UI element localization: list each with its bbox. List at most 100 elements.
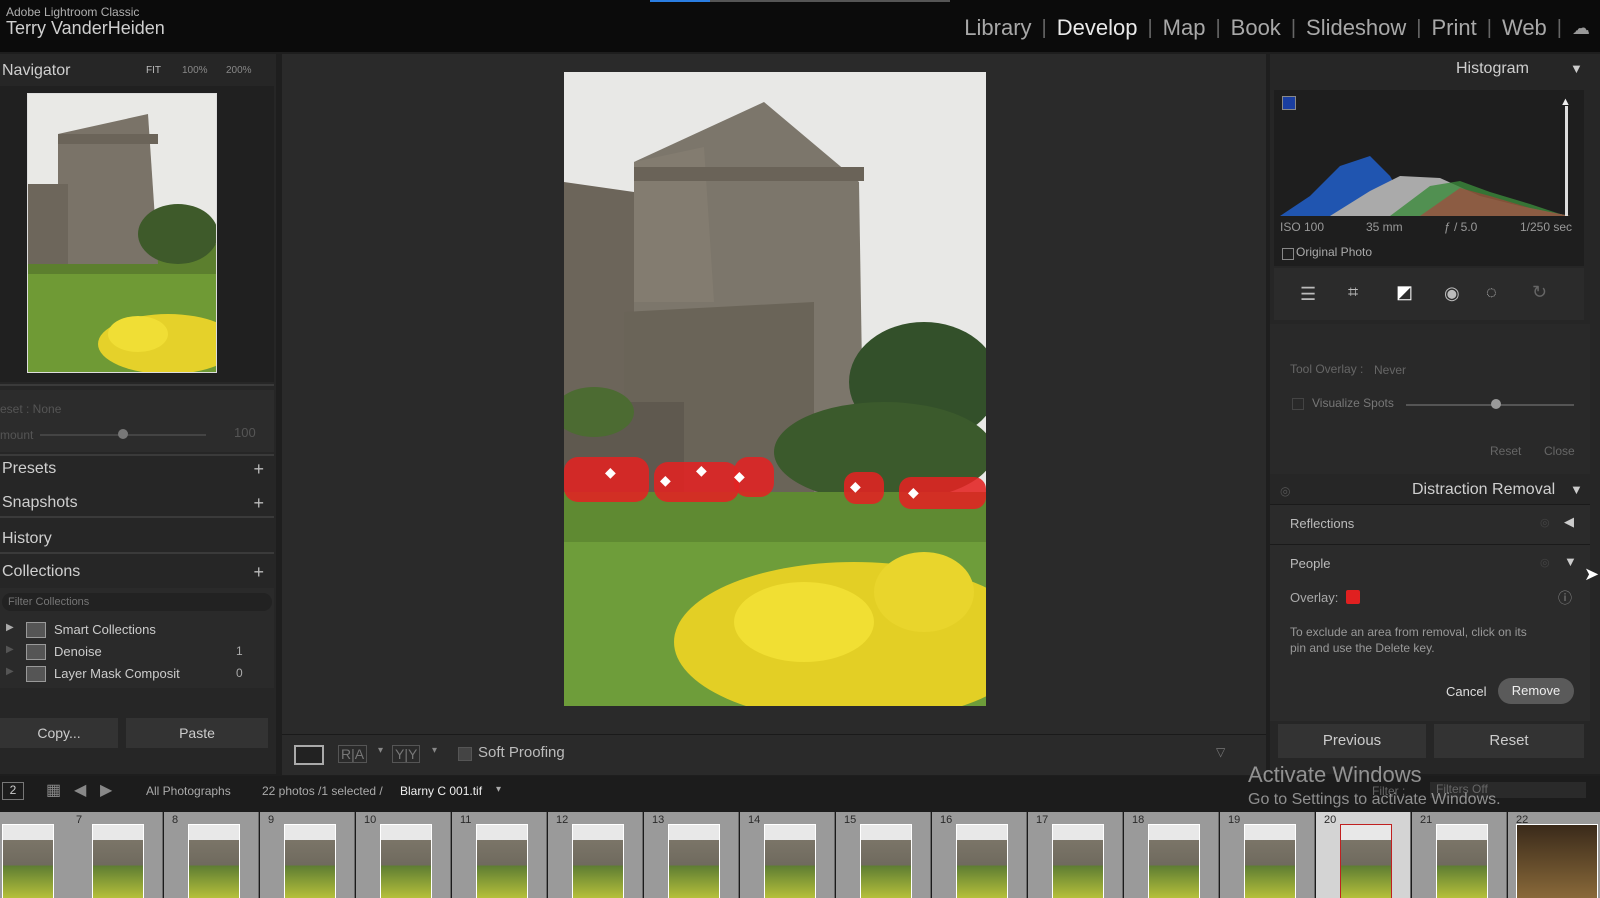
collapse-triangle-icon[interactable]: ▼ — [1570, 482, 1583, 497]
remove-button[interactable]: Remove — [1498, 678, 1574, 704]
collection-item[interactable]: ▶ Smart Collections — [0, 619, 274, 641]
module-book[interactable]: Book — [1221, 15, 1291, 41]
snapshots-header[interactable]: Snapshots + — [0, 488, 276, 518]
selected-file-name[interactable]: Blarny C 001.tif — [400, 784, 482, 798]
before-after-yy-icon[interactable]: Y|Y — [392, 745, 421, 763]
navigator-header[interactable]: Navigator FIT 100% 200% — [0, 56, 276, 86]
previous-button[interactable]: Previous — [1278, 724, 1426, 758]
pin-icon[interactable]: ◆ — [908, 484, 919, 501]
filmstrip-thumb[interactable]: 13 — [644, 812, 739, 898]
eraser-icon[interactable]: ◩ — [1396, 282, 1413, 303]
people-label[interactable]: People — [1290, 556, 1330, 571]
shadow-clipping-icon[interactable] — [1282, 96, 1296, 110]
masking-icon[interactable]: ◌ — [1486, 282, 1497, 303]
chevron-down-icon[interactable]: ▾ — [496, 784, 501, 795]
module-print[interactable]: Print — [1422, 15, 1487, 41]
collection-item[interactable]: ▶ Denoise 1 — [0, 641, 274, 663]
collapse-triangle-icon[interactable]: ▼ — [1570, 61, 1583, 76]
secondary-window-button[interactable]: 2 — [2, 782, 24, 800]
distraction-removal-title[interactable]: Distraction Removal — [1412, 481, 1555, 499]
soft-proofing-checkbox[interactable] — [458, 747, 472, 761]
visualize-slider-track[interactable] — [1406, 404, 1574, 406]
collapse-triangle-icon[interactable]: ▼ — [1564, 554, 1577, 569]
filmstrip-thumb[interactable]: 18 — [1124, 812, 1219, 898]
cancel-button[interactable]: Cancel — [1446, 684, 1486, 699]
filmstrip-thumb[interactable]: 21 — [1412, 812, 1507, 898]
chevron-down-icon[interactable]: ▾ — [378, 745, 383, 756]
back-arrow-icon[interactable]: ◀ — [74, 780, 86, 800]
visualize-slider-thumb[interactable] — [1491, 399, 1501, 409]
history-header[interactable]: History — [0, 524, 276, 554]
chevron-down-icon[interactable]: ▾ — [432, 745, 437, 756]
pin-icon[interactable]: ◆ — [660, 472, 671, 489]
filmstrip-thumb[interactable]: 10 — [356, 812, 451, 898]
module-web[interactable]: Web — [1492, 15, 1557, 41]
add-preset-icon[interactable]: + — [253, 454, 264, 484]
eye-icon[interactable]: ◎ — [1540, 556, 1550, 569]
before-after-ra-icon[interactable]: R|A — [338, 745, 368, 763]
visualize-spots-checkbox[interactable] — [1292, 398, 1304, 410]
presets-rotate-icon[interactable]: ↻ — [1532, 282, 1547, 303]
zoom-200[interactable]: 200% — [226, 56, 252, 86]
crop-icon[interactable]: ⌗ — [1348, 282, 1358, 303]
navigator-preview[interactable] — [27, 93, 217, 373]
filmstrip-thumb[interactable]: 15 — [836, 812, 931, 898]
main-photo[interactable]: ◆ ◆ ◆ ◆ ◆ ◆ — [564, 72, 986, 706]
module-map[interactable]: Map — [1153, 15, 1216, 41]
filmstrip-thumb[interactable]: 19 — [1220, 812, 1315, 898]
tool-overlay-select[interactable]: Never — [1374, 363, 1406, 377]
collection-item[interactable]: ▶ Layer Mask Composit 0 — [0, 663, 274, 685]
toolbar-menu-chevron-icon[interactable]: ▽ — [1216, 745, 1225, 759]
zoom-100[interactable]: 100% — [182, 56, 208, 86]
filmstrip-thumb[interactable]: 11 — [452, 812, 547, 898]
red-eye-icon[interactable]: ◉ — [1444, 283, 1460, 304]
iso-value: ISO 100 — [1280, 220, 1325, 234]
pin-icon[interactable]: ◆ — [850, 478, 861, 495]
filmstrip-thumb[interactable]: 17 — [1028, 812, 1123, 898]
info-icon[interactable]: ⓘ — [1558, 588, 1572, 608]
filmstrip-thumb[interactable]: 9 — [260, 812, 355, 898]
soft-proofing-label: Soft Proofing — [478, 744, 565, 761]
copy-settings-button[interactable]: Copy... — [0, 718, 118, 748]
collections-header[interactable]: Collections + — [0, 557, 276, 587]
module-slideshow[interactable]: Slideshow — [1296, 15, 1416, 41]
grid-icon[interactable]: ▦ — [46, 780, 61, 800]
reset-tool-button[interactable]: Reset — [1490, 444, 1521, 458]
expand-triangle-icon[interactable]: ◀ — [1564, 514, 1574, 530]
filmstrip-thumb[interactable]: 22 — [1508, 812, 1600, 898]
source-label[interactable]: All Photographs — [146, 784, 231, 798]
histogram-title[interactable]: Histogram — [1456, 60, 1529, 78]
original-photo-checkbox[interactable] — [1282, 248, 1294, 260]
eye-icon[interactable]: ◎ — [1540, 516, 1550, 529]
loupe-view-icon[interactable] — [294, 745, 324, 765]
highlight-clipping-icon[interactable]: ▲ — [1560, 96, 1571, 108]
forward-arrow-icon[interactable]: ▶ — [100, 780, 112, 800]
pin-icon[interactable]: ◆ — [696, 462, 707, 479]
add-collection-icon[interactable]: + — [253, 557, 264, 587]
filmstrip-thumb[interactable]: 8 — [164, 812, 259, 898]
close-tool-button[interactable]: Close — [1544, 444, 1575, 458]
filmstrip-thumb-selected[interactable]: 20 — [1316, 812, 1411, 898]
overlay-color-swatch[interactable] — [1346, 590, 1360, 604]
expand-triangle-icon[interactable]: ▶ — [6, 622, 14, 633]
filmstrip-thumb[interactable] — [0, 812, 69, 898]
filmstrip-thumb[interactable]: 16 — [932, 812, 1027, 898]
eye-icon[interactable]: ◎ — [1280, 484, 1290, 498]
paste-settings-button[interactable]: Paste — [126, 718, 268, 748]
pin-icon[interactable]: ◆ — [734, 468, 745, 485]
sliders-icon[interactable]: ☰ — [1300, 284, 1316, 305]
module-develop[interactable]: Develop — [1047, 15, 1148, 41]
module-library[interactable]: Library — [954, 15, 1041, 41]
filmstrip-thumb[interactable]: 12 — [548, 812, 643, 898]
amount-slider-thumb[interactable] — [118, 429, 128, 439]
pin-icon[interactable]: ◆ — [605, 464, 616, 481]
filter-collections-input[interactable] — [2, 593, 272, 611]
add-snapshot-icon[interactable]: + — [253, 488, 264, 518]
cloud-icon[interactable]: ☁ — [1562, 18, 1600, 39]
presets-header[interactable]: Presets + — [0, 454, 276, 484]
filmstrip-thumb[interactable]: 7 — [68, 812, 163, 898]
reset-button[interactable]: Reset — [1434, 724, 1584, 758]
histogram-graph[interactable] — [1280, 96, 1580, 218]
zoom-fit[interactable]: FIT — [146, 56, 161, 86]
filmstrip-thumb[interactable]: 14 — [740, 812, 835, 898]
